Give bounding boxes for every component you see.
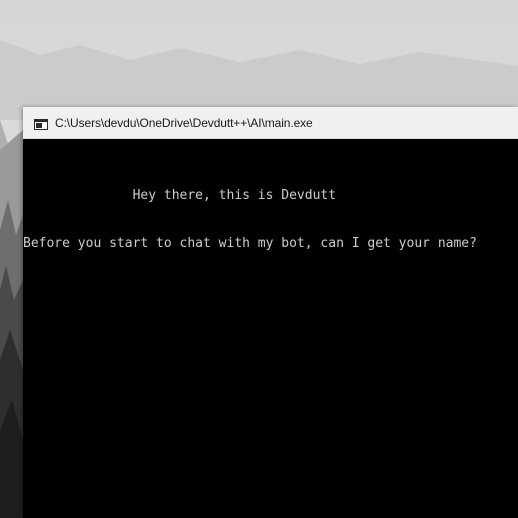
- console-app-icon: [34, 117, 48, 130]
- console-line: Before you start to chat with my bot, ca…: [23, 236, 477, 251]
- window-title: C:\Users\devdu\OneDrive\Devdutt++\AI\mai…: [55, 116, 313, 130]
- title-bar[interactable]: C:\Users\devdu\OneDrive\Devdutt++\AI\mai…: [23, 107, 518, 139]
- console-line: Hey there, this is Devdutt: [23, 188, 337, 203]
- console-output[interactable]: Hey there, this is Devdutt Before you st…: [23, 140, 518, 518]
- console-window[interactable]: C:\Users\devdu\OneDrive\Devdutt++\AI\mai…: [23, 107, 518, 518]
